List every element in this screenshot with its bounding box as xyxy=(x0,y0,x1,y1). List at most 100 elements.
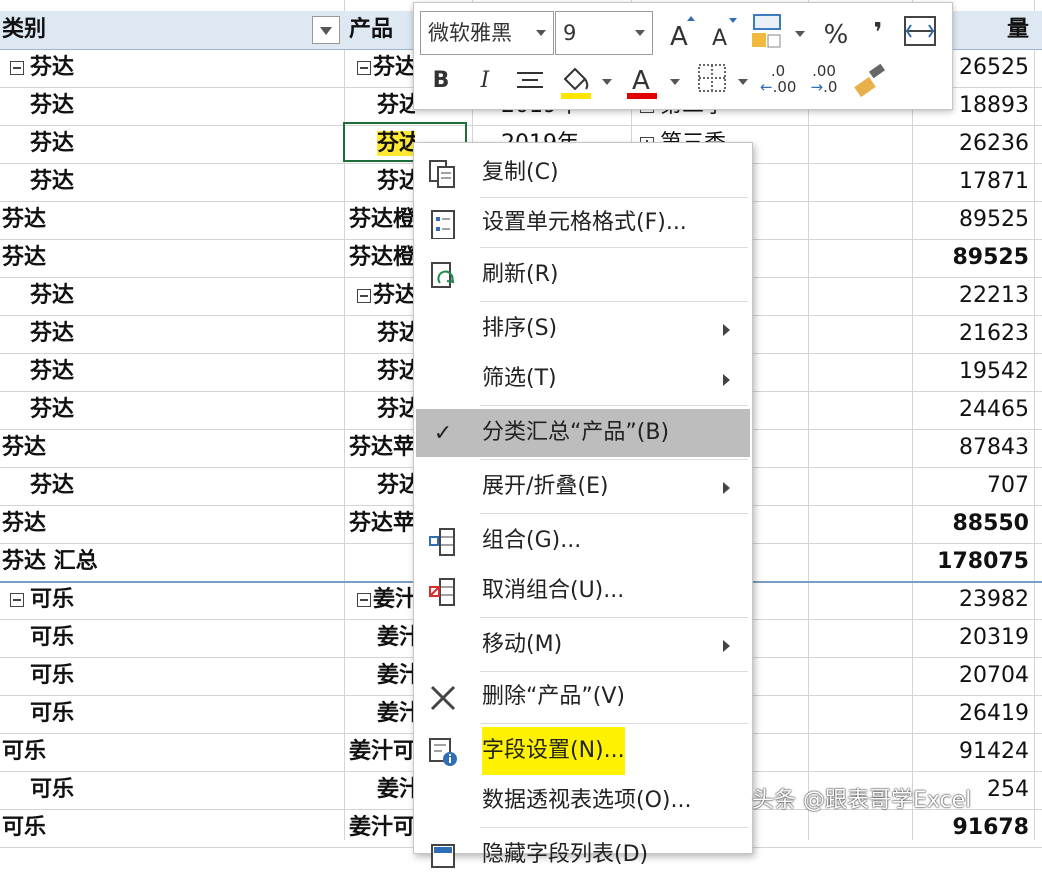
value-cell[interactable]: 707 xyxy=(913,467,1029,505)
value-cell[interactable]: 26236 xyxy=(913,125,1029,163)
chevron-down-icon[interactable] xyxy=(670,79,680,85)
product-cell[interactable]: 芬达苹 xyxy=(345,429,415,467)
product-cell[interactable]: 芬达 xyxy=(345,467,415,505)
category-cell[interactable]: 可乐 xyxy=(0,733,344,771)
category-cell[interactable]: 芬达 xyxy=(0,87,344,125)
product-cell[interactable]: 芬达橙 xyxy=(345,239,415,277)
product-cell[interactable]: 姜汁可 xyxy=(345,809,415,847)
font-size-combo[interactable]: 9 xyxy=(555,11,653,55)
category-cell[interactable]: 芬达 xyxy=(0,353,344,391)
product-cell[interactable]: 姜汁 xyxy=(345,619,415,657)
menu-item-group[interactable]: 组合(G)... xyxy=(416,517,750,565)
header-product[interactable]: 产品 xyxy=(345,11,415,49)
category-cell[interactable]: 芬达 xyxy=(0,429,344,467)
category-cell[interactable]: 芬达 汇总 xyxy=(0,543,344,581)
italic-button[interactable]: I xyxy=(468,61,502,101)
category-cell[interactable]: 芬达 xyxy=(0,201,344,239)
product-cell[interactable]: 姜汁 xyxy=(345,657,415,695)
product-cell[interactable]: 芬达 xyxy=(345,277,415,315)
value-cell[interactable]: 24465 xyxy=(913,391,1029,429)
category-cell[interactable]: 可乐 xyxy=(0,581,344,619)
format-painter-button[interactable] xyxy=(850,61,890,101)
category-cell[interactable]: 可乐 xyxy=(0,619,344,657)
product-cell[interactable]: 芬达 xyxy=(345,49,415,87)
collapse-icon[interactable] xyxy=(357,289,371,303)
value-cell[interactable]: 88550 xyxy=(913,505,1029,543)
category-filter-button[interactable] xyxy=(312,16,340,44)
value-cell[interactable]: 89525 xyxy=(913,239,1029,277)
cell-styles-button[interactable] xyxy=(748,13,788,53)
product-cell[interactable]: 姜汁 xyxy=(345,771,415,809)
category-cell[interactable]: 可乐 xyxy=(0,771,344,809)
product-cell[interactable]: 芬达 xyxy=(345,315,415,353)
percent-style-button[interactable]: % xyxy=(818,15,854,55)
bold-button[interactable]: B xyxy=(424,61,458,101)
product-cell[interactable]: 芬达橙味 xyxy=(345,87,415,125)
product-cell[interactable]: 芬达橙 xyxy=(345,201,415,239)
value-cell[interactable]: 20704 xyxy=(913,657,1029,695)
product-cell[interactable]: 芬达 xyxy=(345,353,415,391)
value-cell[interactable]: 26419 xyxy=(913,695,1029,733)
center-align-button[interactable] xyxy=(510,61,550,101)
menu-item-delete-product[interactable]: 删除“产品”(V) xyxy=(416,673,750,721)
category-cell[interactable]: 芬达 xyxy=(0,49,344,87)
value-cell[interactable]: 21623 xyxy=(913,315,1029,353)
category-cell[interactable]: 芬达 xyxy=(0,391,344,429)
collapse-icon[interactable] xyxy=(10,61,24,75)
value-cell[interactable]: 178075 xyxy=(913,543,1029,581)
chevron-down-icon[interactable] xyxy=(795,31,805,37)
menu-item-expand-collapse[interactable]: 展开/折叠(E) xyxy=(416,463,750,511)
product-cell[interactable] xyxy=(345,543,415,581)
value-cell[interactable]: 23982 xyxy=(913,581,1029,619)
category-cell[interactable]: 芬达 xyxy=(0,239,344,277)
category-cell[interactable]: 芬达 xyxy=(0,125,344,163)
value-cell[interactable]: 89525 xyxy=(913,201,1029,239)
product-cell[interactable]: 芬达 xyxy=(345,391,415,429)
fill-color-button[interactable] xyxy=(556,61,596,101)
font-name-combo[interactable]: 微软雅黑 xyxy=(420,11,554,55)
collapse-icon[interactable] xyxy=(10,593,24,607)
value-cell[interactable]: 87843 xyxy=(913,429,1029,467)
category-cell[interactable]: 芬达 xyxy=(0,315,344,353)
product-cell[interactable]: 姜汁 xyxy=(345,581,415,619)
header-category[interactable]: 类别 xyxy=(0,11,344,49)
category-cell[interactable]: 芬达 xyxy=(0,467,344,505)
menu-item-filter[interactable]: 筛选(T) xyxy=(416,355,750,403)
menu-item-sort[interactable]: 排序(S) xyxy=(416,305,750,353)
menu-item-format-cells[interactable]: 设置单元格格式(F)... xyxy=(416,199,750,247)
menu-item-move[interactable]: 移动(M) xyxy=(416,621,750,669)
value-cell[interactable]: 19542 xyxy=(913,353,1029,391)
decrease-decimal-button[interactable]: .00 →.0 xyxy=(806,63,842,103)
comma-style-button[interactable]: ❜ xyxy=(866,13,890,53)
category-cell[interactable]: 可乐 xyxy=(0,695,344,733)
product-cell[interactable]: 芬达苹 xyxy=(345,505,415,543)
decrease-font-size-button[interactable]: A xyxy=(706,15,740,55)
increase-font-size-button[interactable]: A xyxy=(664,15,698,55)
category-cell[interactable]: 芬达 xyxy=(0,163,344,201)
menu-item-subtotal-product[interactable]: ✓ 分类汇总“产品”(B) xyxy=(416,409,750,457)
category-cell[interactable]: 可乐 xyxy=(0,657,344,695)
chevron-down-icon[interactable] xyxy=(602,79,612,85)
category-cell[interactable]: 芬达 xyxy=(0,277,344,315)
menu-item-hide-field-list[interactable]: 隐藏字段列表(D) xyxy=(416,831,750,879)
collapse-icon[interactable] xyxy=(357,61,371,75)
menu-item-refresh[interactable]: 刷新(R) xyxy=(416,251,750,299)
category-cell[interactable]: 芬达 xyxy=(0,505,344,543)
menu-item-field-settings[interactable]: 字段设置(N)... xyxy=(416,727,750,775)
product-cell[interactable]: 姜汁 xyxy=(345,695,415,733)
autofit-button[interactable] xyxy=(900,13,940,53)
value-cell[interactable]: 20319 xyxy=(913,619,1029,657)
chevron-down-icon[interactable] xyxy=(738,79,748,85)
product-cell[interactable]: 姜汁可 xyxy=(345,733,415,771)
menu-item-copy[interactable]: 复制(C) xyxy=(416,149,750,197)
menu-item-ungroup[interactable]: 取消组合(U)... xyxy=(416,567,750,615)
font-color-button[interactable]: A xyxy=(622,61,662,101)
value-cell[interactable]: 17871 xyxy=(913,163,1029,201)
menu-item-pivot-options[interactable]: 数据透视表选项(O)... xyxy=(416,777,750,825)
value-cell[interactable]: 91424 xyxy=(913,733,1029,771)
increase-decimal-button[interactable]: .0 ←.00 xyxy=(760,63,796,103)
collapse-icon[interactable] xyxy=(357,593,371,607)
value-cell[interactable]: 91678 xyxy=(913,809,1029,847)
category-cell[interactable]: 可乐 xyxy=(0,809,344,847)
value-cell[interactable]: 22213 xyxy=(913,277,1029,315)
